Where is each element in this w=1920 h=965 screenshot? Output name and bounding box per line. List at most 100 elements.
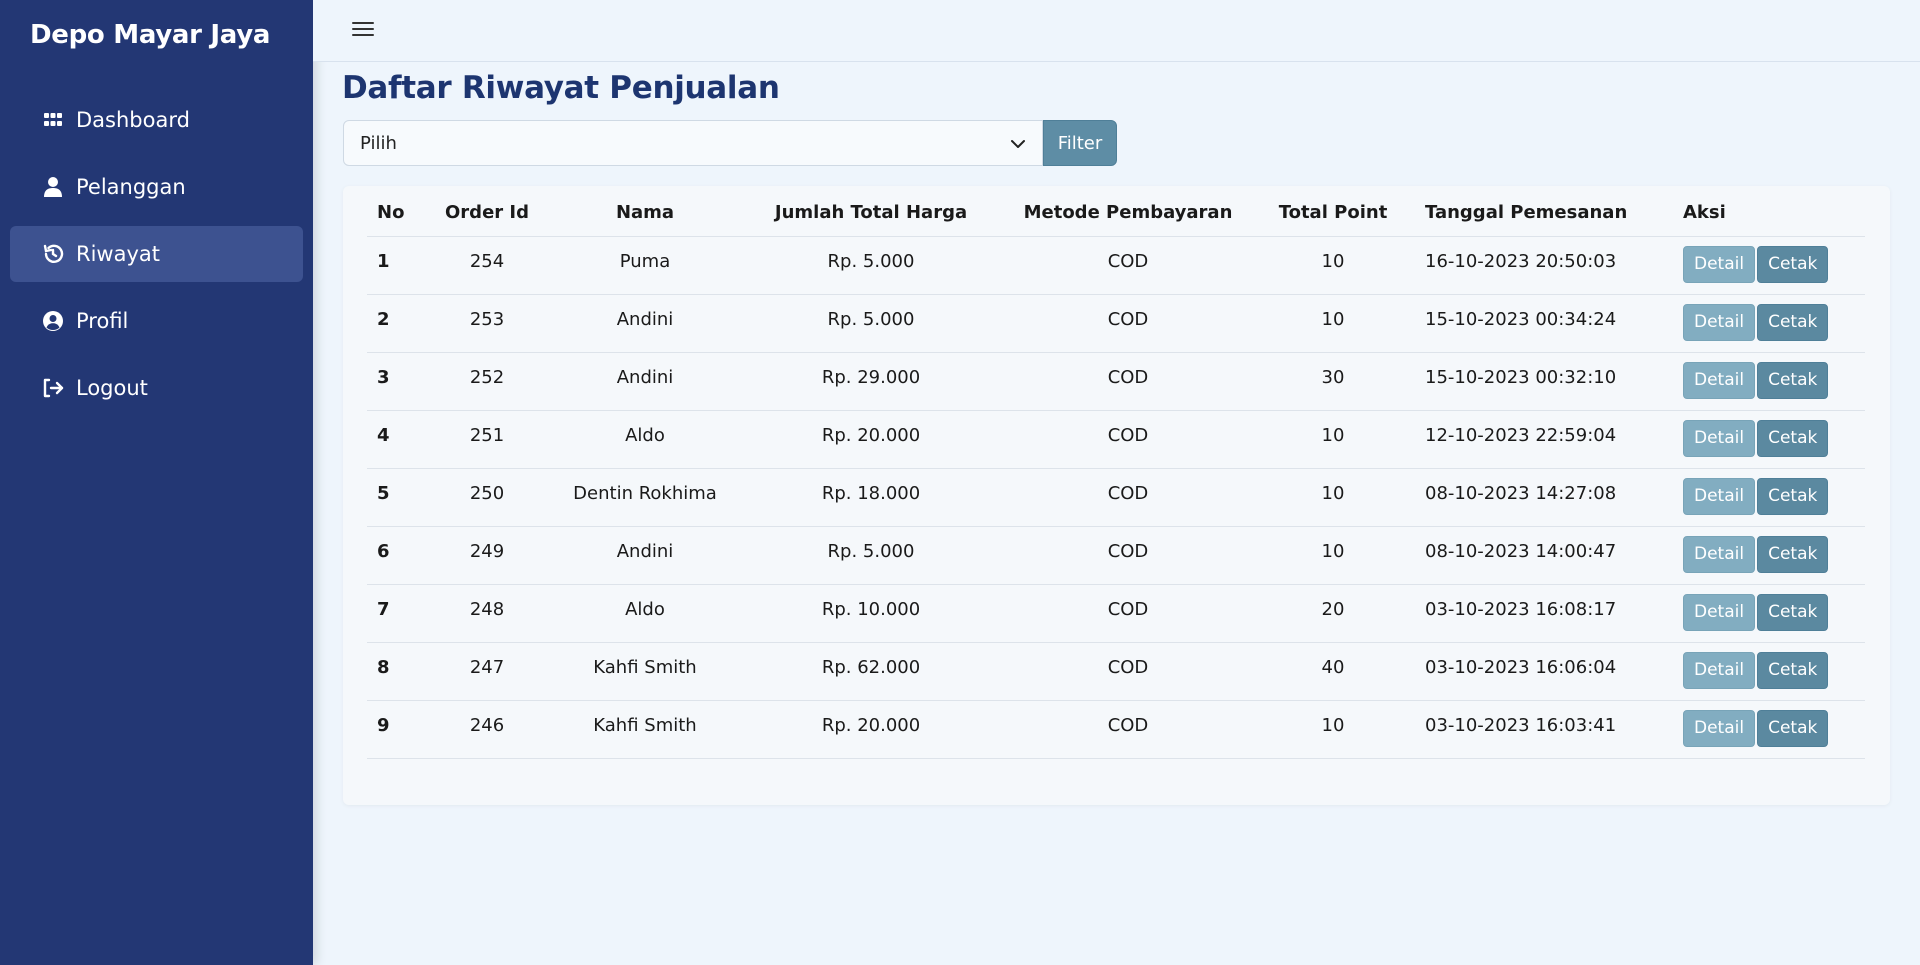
cell-order-id: 251 (421, 410, 553, 469)
cetak-button[interactable]: Cetak (1757, 361, 1829, 399)
cell-point: 10 (1251, 294, 1415, 353)
dashboard-grid-icon (42, 109, 64, 131)
cell-nama: Puma (553, 236, 737, 295)
filter-button[interactable]: Filter (1043, 120, 1117, 166)
cell-metode: COD (1005, 526, 1251, 585)
table-row: 7 248 Aldo Rp. 10.000 COD 20 03-10-2023 … (367, 584, 1865, 643)
detail-button[interactable]: Detail (1683, 709, 1756, 747)
cetak-button[interactable]: Cetak (1757, 535, 1829, 573)
cell-order-id: 250 (421, 468, 553, 527)
filter-select-value: Pilih (360, 132, 397, 154)
cell-order-id: 254 (421, 236, 553, 295)
cell-metode: COD (1005, 294, 1251, 353)
history-table-card: No Order Id Nama Jumlah Total Harga Meto… (343, 186, 1890, 805)
cell-metode: COD (1005, 410, 1251, 469)
cell-no: 3 (367, 352, 421, 411)
sidebar-item-logout[interactable]: Logout (10, 360, 303, 416)
cell-metode: COD (1005, 352, 1251, 411)
col-header-no: No (367, 186, 421, 237)
cell-nama: Kahfi Smith (553, 700, 737, 759)
hamburger-icon[interactable] (351, 17, 375, 41)
cell-no: 1 (367, 236, 421, 295)
cetak-button[interactable]: Cetak (1757, 709, 1829, 747)
cell-tanggal: 08-10-2023 14:27:08 (1415, 468, 1673, 527)
cetak-button[interactable]: Cetak (1757, 245, 1829, 283)
table-row: 6 249 Andini Rp. 5.000 COD 10 08-10-2023… (367, 526, 1865, 585)
cetak-button[interactable]: Cetak (1757, 303, 1829, 341)
sidebar-item-label: Profil (76, 309, 129, 333)
col-header-order-id: Order Id (421, 186, 553, 237)
cell-metode: COD (1005, 468, 1251, 527)
sidebar-item-dashboard[interactable]: Dashboard (10, 92, 303, 148)
detail-button[interactable]: Detail (1683, 419, 1756, 457)
table-row: 5 250 Dentin Rokhima Rp. 18.000 COD 10 0… (367, 468, 1865, 527)
history-table: No Order Id Nama Jumlah Total Harga Meto… (367, 186, 1865, 759)
cell-point: 10 (1251, 410, 1415, 469)
cell-tanggal: 08-10-2023 14:00:47 (1415, 526, 1673, 585)
sidebar-item-pelanggan[interactable]: Pelanggan (10, 159, 303, 215)
cell-no: 7 (367, 584, 421, 643)
table-row: 3 252 Andini Rp. 29.000 COD 30 15-10-202… (367, 352, 1865, 411)
cell-point: 10 (1251, 700, 1415, 759)
cell-no: 5 (367, 468, 421, 527)
cell-tanggal: 16-10-2023 20:50:03 (1415, 236, 1673, 295)
detail-button[interactable]: Detail (1683, 303, 1756, 341)
cetak-button[interactable]: Cetak (1757, 651, 1829, 689)
logout-icon (42, 377, 64, 399)
cell-nama: Aldo (553, 410, 737, 469)
sidebar-item-label: Dashboard (76, 108, 190, 132)
table-header-row: No Order Id Nama Jumlah Total Harga Meto… (367, 186, 1865, 237)
sidebar-item-riwayat[interactable]: Riwayat (10, 226, 303, 282)
col-header-nama: Nama (553, 186, 737, 237)
detail-button[interactable]: Detail (1683, 361, 1756, 399)
cell-aksi: Detail Cetak (1673, 294, 1865, 353)
detail-button[interactable]: Detail (1683, 593, 1756, 631)
sidebar-item-profil[interactable]: Profil (10, 293, 303, 349)
cell-nama: Andini (553, 352, 737, 411)
cell-order-id: 247 (421, 642, 553, 701)
table-row: 4 251 Aldo Rp. 20.000 COD 10 12-10-2023 … (367, 410, 1865, 469)
col-header-point: Total Point (1251, 186, 1415, 237)
cell-point: 40 (1251, 642, 1415, 701)
cell-no: 6 (367, 526, 421, 585)
cell-aksi: Detail Cetak (1673, 236, 1865, 295)
cell-metode: COD (1005, 642, 1251, 701)
detail-button[interactable]: Detail (1683, 245, 1756, 283)
cell-no: 9 (367, 700, 421, 759)
cell-aksi: Detail Cetak (1673, 410, 1865, 469)
cell-point: 10 (1251, 526, 1415, 585)
cetak-button[interactable]: Cetak (1757, 593, 1829, 631)
cell-nama: Aldo (553, 584, 737, 643)
sidebar-nav: Dashboard Pelanggan Riwayat Profil Logou… (10, 92, 303, 427)
cell-nama: Andini (553, 526, 737, 585)
cell-no: 8 (367, 642, 421, 701)
user-circle-icon (42, 310, 64, 332)
history-icon (42, 243, 64, 265)
detail-button[interactable]: Detail (1683, 535, 1756, 573)
col-header-total: Jumlah Total Harga (737, 186, 1005, 237)
cell-total: Rp. 29.000 (737, 352, 1005, 411)
detail-button[interactable]: Detail (1683, 477, 1756, 515)
col-header-metode: Metode Pembayaran (1005, 186, 1251, 237)
cell-total: Rp. 18.000 (737, 468, 1005, 527)
cetak-button[interactable]: Cetak (1757, 419, 1829, 457)
cell-point: 30 (1251, 352, 1415, 411)
cell-aksi: Detail Cetak (1673, 352, 1865, 411)
cell-nama: Andini (553, 294, 737, 353)
cell-no: 2 (367, 294, 421, 353)
cell-point: 20 (1251, 584, 1415, 643)
cell-point: 10 (1251, 468, 1415, 527)
filter-bar: Pilih Filter (343, 120, 1117, 166)
cell-nama: Dentin Rokhima (553, 468, 737, 527)
table-row: 2 253 Andini Rp. 5.000 COD 10 15-10-2023… (367, 294, 1865, 353)
cell-total: Rp. 5.000 (737, 294, 1005, 353)
cetak-button[interactable]: Cetak (1757, 477, 1829, 515)
cell-tanggal: 03-10-2023 16:08:17 (1415, 584, 1673, 643)
user-icon (42, 176, 64, 198)
col-header-aksi: Aksi (1673, 186, 1865, 237)
detail-button[interactable]: Detail (1683, 651, 1756, 689)
cell-aksi: Detail Cetak (1673, 468, 1865, 527)
cell-aksi: Detail Cetak (1673, 642, 1865, 701)
cell-aksi: Detail Cetak (1673, 526, 1865, 585)
filter-select[interactable]: Pilih (343, 120, 1043, 166)
